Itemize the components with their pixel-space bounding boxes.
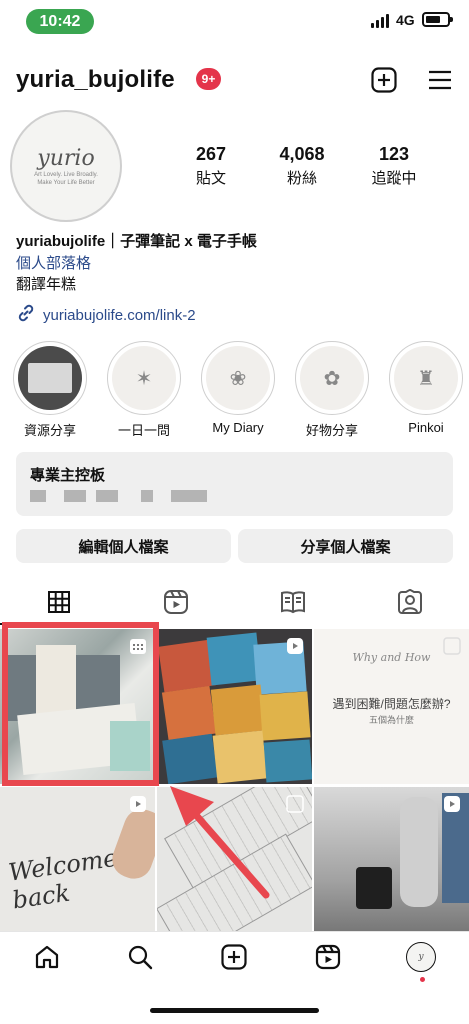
create-icon[interactable]: [219, 942, 249, 972]
reels-nav-icon[interactable]: [313, 942, 343, 972]
bottom-nav: y: [0, 931, 469, 991]
notification-dot: [420, 977, 425, 982]
annotation-arrow-icon: [170, 786, 270, 899]
home-icon[interactable]: [32, 942, 62, 972]
home-indicator: [150, 1008, 319, 1013]
profile-avatar-nav-icon[interactable]: y: [406, 942, 436, 972]
search-icon[interactable]: [125, 942, 155, 972]
